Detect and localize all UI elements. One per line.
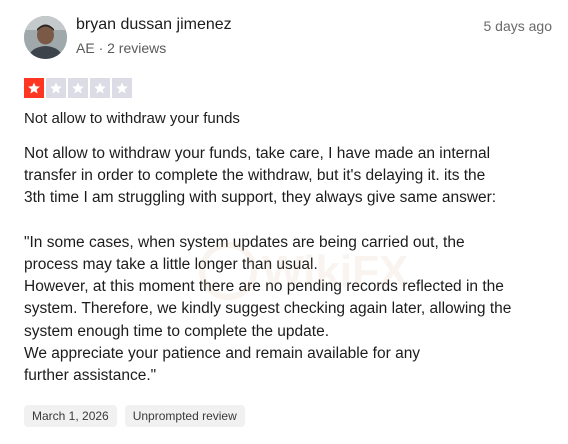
review-date-tag: March 1, 2026 <box>24 405 117 427</box>
review-time-ago: 5 days ago <box>483 18 553 34</box>
review-paragraph: "In some cases, when system updates are … <box>24 233 512 385</box>
star-icon <box>24 78 44 98</box>
star-icon <box>112 78 132 98</box>
avatar[interactable] <box>24 16 67 59</box>
reviewer-meta: AE · 2 reviews <box>76 40 167 56</box>
reviewer-name[interactable]: bryan dussan jimenez <box>76 16 232 34</box>
avatar-photo <box>24 16 67 59</box>
review-type-tag: Unprompted review <box>124 405 245 427</box>
review-paragraph: Not allow to withdraw your funds, take c… <box>24 145 497 207</box>
star-icon <box>68 78 88 98</box>
review-body: Not allow to withdraw your funds, take c… <box>24 143 559 387</box>
review-title: Not allow to withdraw your funds <box>24 110 240 127</box>
star-icon <box>46 78 66 98</box>
star-rating <box>24 78 132 98</box>
review-card: bryan dussan jimenez AE · 2 reviews 5 da… <box>0 0 568 444</box>
review-tags: March 1, 2026 Unprompted review <box>24 405 245 427</box>
star-icon <box>90 78 110 98</box>
